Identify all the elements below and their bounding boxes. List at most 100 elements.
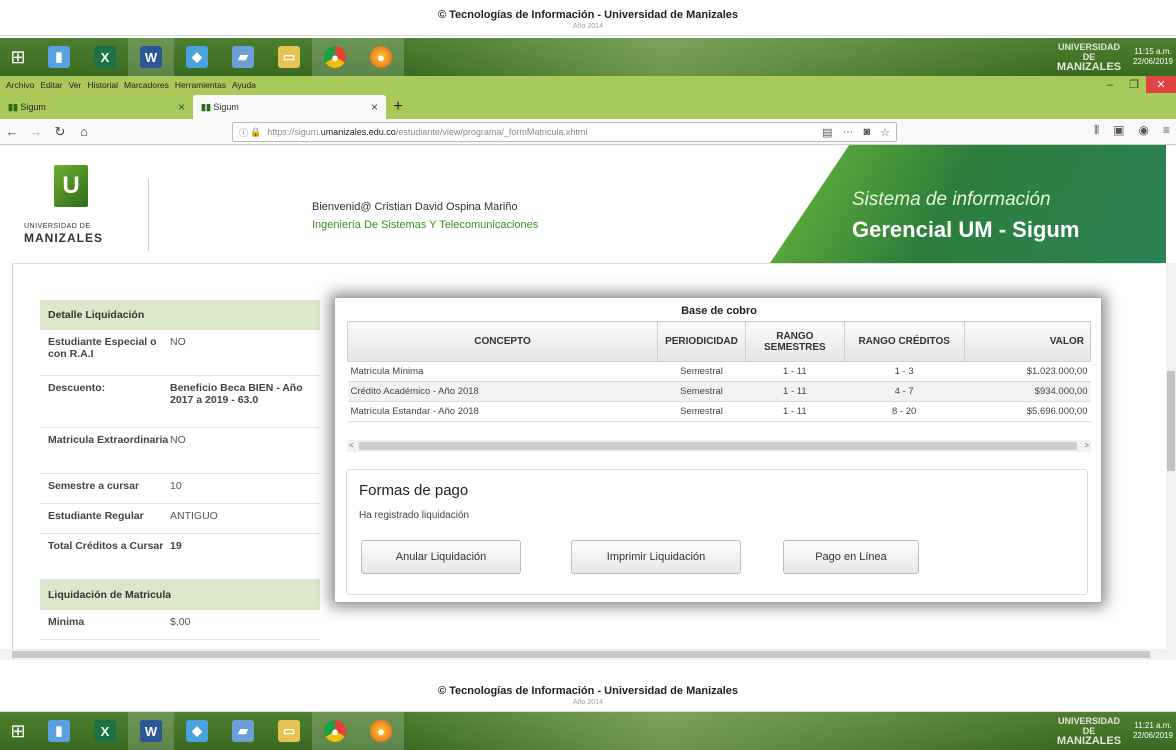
- menu-historial[interactable]: Historial: [87, 80, 118, 90]
- footer-text: © Tecnologías de Información - Universid…: [437, 9, 739, 21]
- footer-year: Año 2014: [573, 699, 603, 706]
- library-icon[interactable]: ⫴: [1094, 123, 1099, 138]
- windows-start-icon[interactable]: ⊞: [0, 712, 36, 750]
- taskbar-app-folder[interactable]: ▭: [266, 712, 312, 750]
- tab-label: ▮▮ Sigum: [8, 102, 46, 113]
- detail-row: Estudiante Regular ANTIGUO: [40, 504, 320, 534]
- info-icon[interactable]: ⓘ: [239, 126, 248, 139]
- col-valor[interactable]: VALOR: [963, 321, 1092, 362]
- extension-icon[interactable]: ◉: [1139, 123, 1149, 138]
- back-icon[interactable]: ←: [0, 121, 24, 143]
- taskbar-app-explorer[interactable]: ▮: [36, 38, 82, 76]
- chrome-icon: ●: [324, 46, 346, 68]
- taskbar-logo-line2: MANIZALES: [1056, 61, 1122, 73]
- cell-creditos: 1 - 3: [844, 361, 965, 382]
- taskbar-app-folder[interactable]: ▭: [266, 38, 312, 76]
- table-hscrollbar[interactable]: < >: [347, 440, 1091, 452]
- bookmark-star-icon[interactable]: ☆: [880, 126, 890, 139]
- taskbar-clock[interactable]: 11:15 a.m. 22/06/2019: [1130, 47, 1176, 67]
- pago-en-linea-button[interactable]: Pago en Línea: [783, 540, 919, 574]
- taskbar-app-notepad[interactable]: ▰: [220, 712, 266, 750]
- menu-ayuda[interactable]: Ayuda: [232, 80, 256, 90]
- scroll-left-icon[interactable]: <: [349, 441, 354, 450]
- university-logo[interactable]: U UNIVERSIDAD DE MANIZALES: [24, 165, 124, 245]
- tab-favicon-icon: ▮▮: [8, 101, 21, 112]
- maximize-icon[interactable]: ❐: [1122, 76, 1146, 93]
- taskbar-app-word[interactable]: W: [128, 712, 174, 750]
- tablet-icon: ▮: [48, 46, 70, 68]
- taskbar-app-chrome[interactable]: ●: [312, 38, 358, 76]
- base-cobro-table: CONCEPTO PERIODICIDAD RANGO SEMESTRES RA…: [347, 321, 1092, 422]
- forward-icon[interactable]: →: [24, 121, 48, 143]
- menu-herramientas[interactable]: Herramientas: [175, 80, 226, 90]
- lock-icon: 🔒: [250, 126, 262, 137]
- menu-ver[interactable]: Ver: [69, 80, 82, 90]
- new-tab-icon[interactable]: +: [386, 95, 410, 119]
- liquidacion-header: Liquidación de Matricula: [40, 580, 320, 610]
- table-row[interactable]: Crédito Académico - Año 2018 Semestral 1…: [347, 381, 1091, 402]
- url-bar[interactable]: ⓘ 🔒 https://sigum. umanizales.edu.co/estu…: [232, 122, 897, 142]
- photos-icon: ◆: [186, 46, 208, 68]
- taskbar-spacer: [404, 712, 1054, 750]
- menu-hamburger-icon[interactable]: ≡: [1163, 123, 1170, 138]
- pocket-icon[interactable]: ◙: [863, 126, 870, 139]
- tab-sigum-1[interactable]: ▮▮ Sigum ×: [0, 95, 193, 119]
- col-rango-creditos[interactable]: RANGO CRÉDITOS: [843, 321, 965, 362]
- taskbar-logo-line2: MANIZALES: [1056, 735, 1122, 747]
- col-periodicidad[interactable]: PERIODICIDAD: [657, 321, 746, 362]
- detail-row: Minima $,00: [40, 610, 320, 640]
- tab-close-icon[interactable]: ×: [178, 100, 185, 114]
- table-row[interactable]: Matrícula Mínima Semestral 1 - 11 1 - 3 …: [347, 361, 1091, 382]
- home-icon[interactable]: ⌂: [72, 121, 96, 143]
- taskbar-app-chrome[interactable]: ●: [312, 712, 358, 750]
- taskbar-app-firefox[interactable]: ●: [358, 38, 404, 76]
- tab-favicon-icon: ▮▮: [201, 101, 214, 112]
- taskbar-app-word[interactable]: W: [128, 38, 174, 76]
- detail-key: Estudiante Especial o con R.A.I: [48, 336, 157, 360]
- imprimir-liquidacion-button[interactable]: Imprimir Liquidación: [571, 540, 741, 574]
- detail-value: NO: [170, 434, 186, 446]
- taskbar-app-firefox[interactable]: ●: [358, 712, 404, 750]
- minimize-icon[interactable]: –: [1098, 76, 1122, 93]
- windows-start-icon[interactable]: ⊞: [0, 38, 36, 76]
- tab-sigum-2[interactable]: ▮▮ Sigum ×: [193, 95, 386, 119]
- taskbar-app-notepad[interactable]: ▰: [220, 38, 266, 76]
- tab-close-icon[interactable]: ×: [371, 100, 378, 114]
- banner-subtitle: Sistema de información: [852, 189, 1051, 210]
- page-vscroll-thumb[interactable]: [1167, 371, 1175, 471]
- page-hscroll-thumb[interactable]: [12, 651, 1150, 658]
- footer-year: Año 2014: [573, 23, 603, 30]
- header-divider: [148, 179, 149, 251]
- close-icon[interactable]: ✕: [1146, 76, 1176, 93]
- menu-archivo[interactable]: Archivo: [6, 80, 34, 90]
- reload-icon[interactable]: ↻: [48, 121, 72, 143]
- tab-label: ▮▮ Sigum: [201, 102, 239, 113]
- anular-liquidacion-button[interactable]: Anular Liquidación: [361, 540, 521, 574]
- menu-marcadores[interactable]: Marcadores: [124, 80, 169, 90]
- menu-editar[interactable]: Editar: [40, 80, 62, 90]
- taskbar-app-photos[interactable]: ◆: [174, 712, 220, 750]
- cell-concepto: Matrícula Estandar - Año 2018: [347, 401, 658, 422]
- sidebar-icon[interactable]: ▣: [1113, 123, 1124, 138]
- browser-tabbar: ▮▮ Sigum × ▮▮ Sigum × +: [0, 93, 1176, 119]
- col-concepto[interactable]: CONCEPTO: [347, 321, 658, 362]
- more-icon[interactable]: ···: [842, 126, 853, 139]
- taskbar-app-excel[interactable]: X: [82, 712, 128, 750]
- detail-key: Estudiante Regular: [48, 510, 144, 522]
- scroll-right-icon[interactable]: >: [1084, 441, 1089, 450]
- taskbar-app-excel[interactable]: X: [82, 38, 128, 76]
- banner-title: Gerencial UM - Sigum: [852, 217, 1080, 242]
- taskbar-app-photos[interactable]: ◆: [174, 38, 220, 76]
- url-prefix: https://sigum.: [267, 127, 321, 137]
- taskbar-app-explorer[interactable]: ▮: [36, 712, 82, 750]
- reader-view-icon[interactable]: ▤: [822, 126, 832, 139]
- taskbar-clock[interactable]: 11:21 a.m. 22/06/2019: [1130, 721, 1176, 741]
- word-icon: W: [140, 46, 162, 68]
- detail-value: $,00: [170, 616, 191, 628]
- col-rango-semestres[interactable]: RANGO SEMESTRES: [745, 321, 845, 362]
- table-scroll-thumb[interactable]: [359, 442, 1077, 450]
- logo-line2: MANIZALES: [24, 231, 103, 245]
- formas-pago-title: Formas de pago: [359, 482, 469, 499]
- table-row[interactable]: Matrícula Estandar - Año 2018 Semestral …: [347, 401, 1091, 422]
- detail-row: Total Créditos a Cursar 19: [40, 534, 320, 580]
